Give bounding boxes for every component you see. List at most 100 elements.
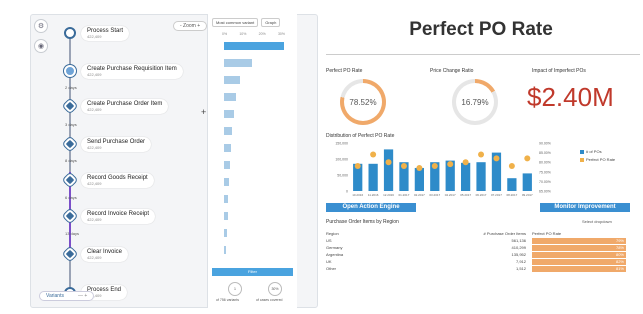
y2-tick-label: 80.00%: [539, 161, 551, 165]
y-tick-label: 100,000: [335, 158, 348, 162]
table-row[interactable]: UK 7,912: [326, 259, 526, 265]
step-node[interactable]: [62, 136, 78, 152]
variant-bar[interactable]: [224, 178, 229, 186]
x-tick-label: 05.2017: [460, 193, 471, 197]
x-tick-label: 07.2017: [491, 193, 502, 197]
variant-bar[interactable]: [224, 76, 240, 84]
pct-cell: 80%: [532, 252, 626, 258]
y2-tick-label: 65.00%: [539, 190, 551, 194]
y-tick-label: 150,000: [335, 142, 348, 146]
cases-covered-label: of cases covered: [256, 298, 283, 302]
x-tick-label: 01.2017: [399, 193, 410, 197]
region-cell: Other: [326, 266, 337, 271]
perfect-po-value: 78.52%: [344, 83, 382, 121]
variant-bar[interactable]: [224, 246, 227, 254]
variant-bar[interactable]: [224, 127, 232, 135]
perfect-po-rate-point: [447, 161, 454, 168]
divider: [326, 54, 640, 55]
step-node[interactable]: [64, 65, 76, 77]
variants-toggle[interactable]: Variants — +: [39, 291, 95, 301]
table-row[interactable]: Argentina 135,952: [326, 252, 526, 258]
items-cell: 561,136: [511, 238, 526, 243]
variant-bar[interactable]: [224, 144, 231, 152]
variant-bar[interactable]: [224, 229, 227, 237]
settings-icon[interactable]: ⚙: [34, 19, 48, 33]
legend-label: # of POs: [586, 149, 602, 154]
perfect-po-rate-point: [400, 163, 407, 170]
step-create-po-item[interactable]: Create Purchase Order Item 422,409: [81, 99, 169, 114]
y-tick-label: 0: [346, 190, 348, 194]
step-clear-invoice[interactable]: Clear Invoice 422,409: [81, 247, 129, 262]
step-node[interactable]: [62, 208, 78, 224]
duration-label: 6 days: [65, 195, 77, 200]
perfect-po-rate-point: [524, 155, 531, 162]
cases-covered-circle: 30%: [268, 282, 282, 296]
region-cell: UK: [326, 259, 332, 264]
perfect-po-rate-point: [493, 155, 500, 162]
table-row[interactable]: Germany 410,299: [326, 245, 526, 251]
zoom-control[interactable]: - Zoom +: [173, 21, 208, 31]
step-node[interactable]: [62, 246, 78, 262]
x-tick-label: 03.2017: [429, 193, 440, 197]
step-node[interactable]: [62, 98, 78, 114]
variant-count-circle: 1: [228, 282, 242, 296]
region-dropdown[interactable]: Select dropdown: [582, 219, 612, 224]
variant-bar[interactable]: [224, 93, 236, 101]
process-start-node[interactable]: [64, 27, 76, 39]
y2-tick-label: 75.00%: [539, 170, 551, 174]
side-toolbar: ⚙ ◉: [34, 19, 52, 59]
region-table-title: Purchase Order Items by Region: [326, 219, 399, 225]
step-invoice-receipt[interactable]: Record Invoice Receipt 422,409: [81, 209, 156, 224]
x-tick-label: 02.2017: [414, 193, 425, 197]
variant-bar[interactable]: [224, 110, 234, 118]
impact-value: $2.40M: [527, 82, 614, 112]
add-icon[interactable]: +: [201, 107, 206, 117]
legend-swatch: [580, 150, 584, 154]
pct-cell: 78%: [532, 245, 626, 251]
table-row[interactable]: US 561,136: [326, 238, 526, 244]
x-tick-label: 11.2016: [368, 193, 379, 197]
variant-count-label: of 756 variants: [216, 298, 239, 302]
step-process-start[interactable]: Process Start 422,409: [81, 26, 130, 41]
page-title: Perfect PO Rate: [409, 19, 553, 40]
filter-button[interactable]: Filter: [212, 268, 293, 276]
price-change-gauge: 16.79%: [452, 79, 498, 125]
open-action-engine-button[interactable]: Open Action Engine: [326, 203, 416, 212]
table-header: Region # Purchase Order Items: [326, 231, 526, 236]
legend-swatch: [580, 158, 584, 162]
step-goods-receipt[interactable]: Record Goods Receipt 422,409: [81, 173, 154, 188]
monitor-improvement-button[interactable]: Monitor Improvement: [540, 203, 630, 212]
pct-cell: 79%: [532, 238, 626, 244]
duration-label: 8 days: [65, 158, 77, 163]
pct-header: Perfect PO Rate: [532, 231, 562, 236]
variant-bar[interactable]: [224, 161, 230, 169]
pct-cell: 81%: [532, 266, 626, 272]
step-node[interactable]: [62, 172, 78, 188]
perfect-po-rate-point: [416, 164, 423, 171]
perfect-po-rate-point: [354, 163, 361, 170]
duration-label: 13 days: [65, 231, 80, 236]
table-row[interactable]: Other 1,512: [326, 266, 526, 272]
legend-label: Perfect PO Rate: [586, 157, 616, 162]
y2-tick-label: 90.00%: [539, 142, 551, 146]
variant-bar[interactable]: [224, 42, 284, 50]
variant-bar[interactable]: [224, 212, 228, 220]
region-cell: Argentina: [326, 252, 344, 257]
variant-sort-select[interactable]: Most common variant: [212, 18, 259, 27]
kpi-impact-label: Impact of Imperfect POs: [532, 68, 586, 74]
perfect-po-rate-point: [370, 151, 377, 158]
x-tick-label: 09.2017: [522, 193, 533, 197]
po-count-bar: [476, 162, 486, 191]
perfect-po-rate-point: [431, 163, 438, 170]
variant-bar[interactable]: [224, 195, 229, 203]
x-tick-label: 08.2017: [506, 193, 517, 197]
y2-tick-label: 85.00%: [539, 151, 551, 155]
items-cell: 410,299: [511, 245, 526, 250]
graph-select[interactable]: Graph: [261, 18, 281, 27]
variant-bar[interactable]: [224, 59, 252, 67]
filter-icon[interactable]: ◉: [34, 39, 48, 53]
step-create-pr-item[interactable]: Create Purchase Requisition Item 422,409: [81, 64, 183, 79]
step-send-po[interactable]: Send Purchase Order 422,409: [81, 137, 152, 152]
y2-tick-label: 70.00%: [539, 180, 551, 184]
x-tick-label: 04.2017: [445, 193, 456, 197]
